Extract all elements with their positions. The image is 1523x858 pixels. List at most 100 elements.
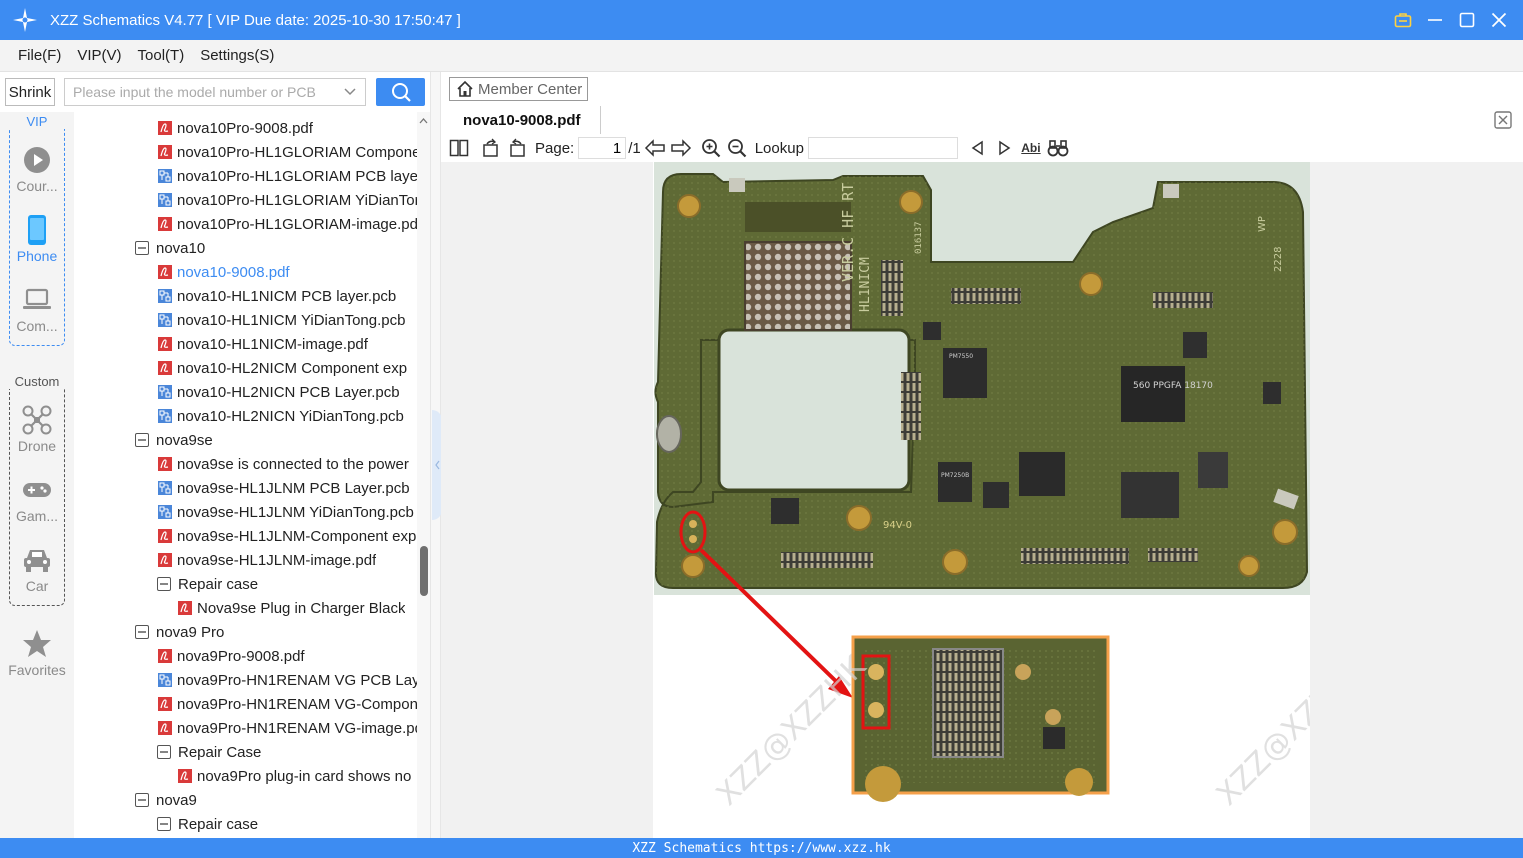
shrink-button[interactable]: Shrink — [5, 78, 55, 106]
tree-item-label: nova10-HL1NICM PCB layer.pcb — [177, 287, 397, 305]
rail-item-favorites[interactable]: Favorites — [0, 628, 74, 678]
maximize-button[interactable] — [1457, 10, 1477, 30]
tree-file[interactable]: nova9se is connected to the power — [157, 452, 417, 476]
pane-splitter[interactable] — [430, 72, 442, 838]
tree-file[interactable]: nova9se-HL1JLNM-Component exp — [157, 524, 417, 548]
tree-file[interactable]: nova9Pro-HN1RENAM VG-Component — [157, 692, 417, 716]
collapse-toggle-icon[interactable] — [135, 433, 149, 447]
tree-folder[interactable]: nova9 Pro — [135, 620, 417, 644]
next-page-icon[interactable] — [669, 136, 693, 160]
home-icon — [457, 80, 473, 97]
pdf-viewer[interactable]: PM7550 560 PPGFA 18170 PM7250B VER.C HF … — [441, 162, 1523, 838]
collapse-toggle-icon[interactable] — [157, 817, 171, 831]
pdf-file-icon — [158, 361, 172, 375]
tree-file[interactable]: nova10Pro-HL1GLORIAM YiDianTong.pcb — [157, 188, 417, 212]
tree-item-label: nova10Pro-HL1GLORIAM-image.pdf — [177, 215, 417, 233]
tree-file[interactable]: nova9se-HL1JLNM-image.pdf — [157, 548, 417, 572]
tree-file[interactable]: nova10Pro-9008.pdf — [157, 116, 417, 140]
tree-item-label: nova9se-HL1JLNM-image.pdf — [177, 551, 377, 569]
zoom-in-icon[interactable] — [699, 136, 723, 160]
binoculars-icon[interactable] — [1046, 136, 1070, 160]
tree-folder[interactable]: nova10 — [135, 236, 417, 260]
tree-file[interactable]: nova9Pro-HN1RENAM VG PCB Layer — [157, 668, 417, 692]
match-case-icon[interactable]: Abi — [1018, 136, 1044, 160]
collapse-toggle-icon[interactable] — [157, 577, 171, 591]
member-center-button[interactable]: Member Center — [449, 77, 588, 101]
pdf-file-icon — [158, 265, 172, 279]
tree-file[interactable]: nova9Pro-9008.pdf — [157, 644, 417, 668]
page-total: /1 — [628, 139, 641, 157]
tree-item-label: nova9Pro-HN1RENAM VG-image.pdf — [177, 719, 417, 737]
custom-group-label: Custom — [0, 374, 74, 389]
tree-file[interactable]: nova9se-HL1JLNM PCB Layer.pcb — [157, 476, 417, 500]
rail-item-computer[interactable]: Com... — [0, 284, 74, 334]
pcb-file-icon — [158, 385, 172, 399]
pcb-file-icon — [158, 481, 172, 495]
model-search-box[interactable] — [64, 78, 366, 106]
menu-tool[interactable]: Tool(T) — [130, 47, 193, 64]
tree-file[interactable]: nova9Pro plug-in card shows no — [177, 764, 417, 788]
match-case-label: Abi — [1021, 141, 1041, 155]
pdf-page: PM7550 560 PPGFA 18170 PM7250B VER.C HF … — [653, 162, 1374, 838]
lookup-input[interactable] — [807, 137, 958, 159]
model-search-input[interactable] — [73, 84, 333, 100]
chevron-down-icon[interactable] — [343, 84, 357, 101]
tree-item-label: nova10-HL2NICN PCB Layer.pcb — [177, 383, 400, 401]
collapse-toggle-icon[interactable] — [135, 241, 149, 255]
two-page-icon[interactable] — [447, 136, 471, 160]
tree-folder[interactable]: nova9 — [135, 788, 417, 812]
minimize-button[interactable] — [1425, 10, 1445, 30]
rotate-left-icon[interactable] — [479, 136, 503, 160]
tree-file[interactable]: nova10-HL2NICN PCB Layer.pcb — [157, 380, 417, 404]
search-button[interactable] — [376, 78, 425, 106]
tree-file[interactable]: nova10-HL1NICM-image.pdf — [157, 332, 417, 356]
tree-file[interactable]: nova9se-HL1JLNM YiDianTong.pcb — [157, 500, 417, 524]
menu-vip[interactable]: VIP(V) — [69, 47, 129, 64]
find-previous-icon[interactable] — [966, 136, 990, 160]
previous-page-icon[interactable] — [643, 136, 667, 160]
tab-document[interactable]: nova10-9008.pdf — [449, 106, 601, 134]
tree-file[interactable]: nova10Pro-HL1GLORIAM Component exp — [157, 140, 417, 164]
rail-item-drone[interactable]: Drone — [0, 404, 74, 454]
tree-file[interactable]: nova10-HL2NICM Component exp — [157, 356, 417, 380]
close-button[interactable] — [1489, 10, 1509, 30]
tree-file[interactable]: nova10-HL1NICM PCB layer.pcb — [157, 284, 417, 308]
status-bar: XZZ Schematics https://www.xzz.hk — [0, 838, 1523, 858]
tree-file[interactable]: nova10-HL1NICM YiDianTong.pcb — [157, 308, 417, 332]
rail-item-course[interactable]: Cour... — [0, 144, 74, 194]
collapse-toggle-icon[interactable] — [157, 745, 171, 759]
rail-item-car[interactable]: Car — [0, 544, 74, 594]
pdf-file-icon — [178, 769, 192, 783]
tree-item-label: nova9se — [156, 431, 213, 449]
scroll-up-icon[interactable] — [417, 114, 430, 128]
tree-scroll-thumb[interactable] — [420, 546, 428, 596]
tree-file[interactable]: nova10-HL2NICN YiDianTong.pcb — [157, 404, 417, 428]
tree-file[interactable]: nova10-9008.pdf — [157, 260, 417, 284]
collapse-toggle-icon[interactable] — [135, 625, 149, 639]
menu-file[interactable]: File(F) — [10, 47, 69, 64]
pdf-file-icon — [158, 529, 172, 543]
pdf-file-icon — [158, 121, 172, 135]
tree-folder[interactable]: Repair Case — [157, 740, 417, 764]
tree-folder[interactable]: Repair case — [157, 812, 417, 836]
zoom-out-icon[interactable] — [725, 136, 749, 160]
tree-file[interactable]: nova10Pro-HL1GLORIAM PCB layer.pcb — [157, 164, 417, 188]
membership-icon[interactable] — [1393, 10, 1413, 30]
tree-file[interactable]: nova10Pro-HL1GLORIAM-image.pdf — [157, 212, 417, 236]
rail-item-game[interactable]: Gam... — [0, 474, 74, 524]
close-document-button[interactable] — [1493, 110, 1513, 130]
pcb-file-icon — [158, 505, 172, 519]
tree-scrollbar[interactable] — [417, 112, 430, 838]
tree-folder[interactable]: Repair case — [157, 572, 417, 596]
collapse-toggle-icon[interactable] — [135, 793, 149, 807]
rail-item-phone[interactable]: Phone — [0, 214, 74, 264]
rotate-right-icon[interactable] — [505, 136, 529, 160]
page-number-input[interactable] — [578, 137, 627, 159]
tree-file[interactable]: nova9Pro-HN1RENAM VG-image.pdf — [157, 716, 417, 740]
tree-file[interactable]: Nova9se Plug in Charger Black — [177, 596, 417, 620]
menu-settings[interactable]: Settings(S) — [192, 47, 282, 64]
tree-folder[interactable]: nova9se — [135, 428, 417, 452]
tree-item-label: nova9 — [156, 791, 197, 809]
find-next-icon[interactable] — [992, 136, 1016, 160]
tree-item-label: nova10-HL1NICM YiDianTong.pcb — [177, 311, 406, 329]
